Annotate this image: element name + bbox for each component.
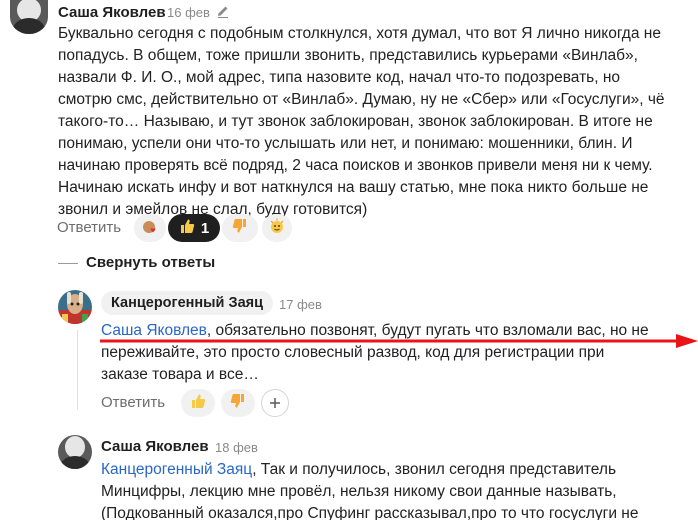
comment-author[interactable]: Саша Яковлев [58, 4, 166, 21]
add-reaction-button[interactable] [261, 389, 289, 417]
thumbs-down-icon [230, 393, 246, 413]
dislike-button[interactable] [221, 389, 255, 417]
comment-text-line: назвали Ф. И. О., мой адрес, типа назови… [58, 69, 621, 86]
collapse-replies-button[interactable]: Свернуть ответы [86, 254, 215, 271]
thumbs-down-icon [232, 218, 248, 238]
reply-author[interactable]: Саша Яковлев [101, 438, 209, 455]
annotation-arrow [100, 334, 698, 348]
comment-text-line: Буквально сегодня с подобным столкнулся,… [58, 25, 661, 42]
like-count: 1 [200, 219, 210, 237]
like-button[interactable]: 1 [168, 214, 220, 242]
comment-text: Буквально сегодня с подобным столкнулся,… [58, 23, 698, 221]
mention-link[interactable]: Канцерогенный Заяц [101, 461, 252, 478]
comment-text-line: начинаю проверять всё подряд, 2 часа пои… [58, 157, 653, 174]
reply-text-line: (Подкованный оказался,про Спуфинг расска… [101, 505, 639, 520]
comment-text-line: такого-то… Называю, и тут звонок заблоки… [58, 113, 653, 130]
reply-text-line: Минцифры, лекцию мне провёл, нельзя нико… [101, 483, 617, 500]
reply-text-segment: , Так и получилось, звонил сегодня предс… [252, 461, 617, 478]
avatar[interactable] [58, 435, 92, 469]
emoji-react-icon [268, 217, 286, 239]
comment-text-line: смотрю смс, действительно от «Винлаб». Д… [58, 91, 665, 108]
dislike-button[interactable] [222, 214, 258, 242]
reply-text-line: Канцерогенный Заяц, Так и получилось, зв… [101, 459, 698, 481]
reply-text: Канцерогенный Заяц, Так и получилось, зв… [101, 459, 698, 520]
reactions-summary[interactable] [134, 214, 166, 242]
comment-date: 16 фев [167, 5, 210, 20]
reply-text-line: заказе товара и все… [101, 366, 259, 383]
avatar[interactable] [10, 0, 48, 34]
collapse-divider [58, 263, 78, 264]
reply-text: Саша Яковлев, обязательно позвонят, буду… [101, 320, 691, 386]
comment-text-line: понимаю, успели они что-то услышать или … [58, 135, 633, 152]
reply-button[interactable]: Ответить [57, 219, 121, 236]
reply-button[interactable]: Ответить [101, 394, 165, 411]
reply-author[interactable]: Канцерогенный Заяц [101, 291, 274, 315]
plus-icon [269, 393, 281, 414]
like-button[interactable] [181, 389, 215, 417]
avatar[interactable] [58, 290, 92, 324]
thumbs-up-icon [179, 218, 195, 238]
thread-line [77, 330, 78, 410]
heart-reactions-icon [141, 218, 159, 239]
thumbs-up-icon [190, 393, 206, 413]
react-button[interactable] [262, 214, 292, 242]
reply-date: 18 фев [215, 440, 258, 455]
comment-text-line: Начинаю искать инфу и вот наткнулся на в… [58, 179, 649, 196]
comment-text-line: попадусь. В общем, тоже пришли звонить, … [58, 47, 638, 64]
pencil-icon[interactable] [215, 3, 231, 19]
reply-date: 17 фев [279, 297, 322, 312]
